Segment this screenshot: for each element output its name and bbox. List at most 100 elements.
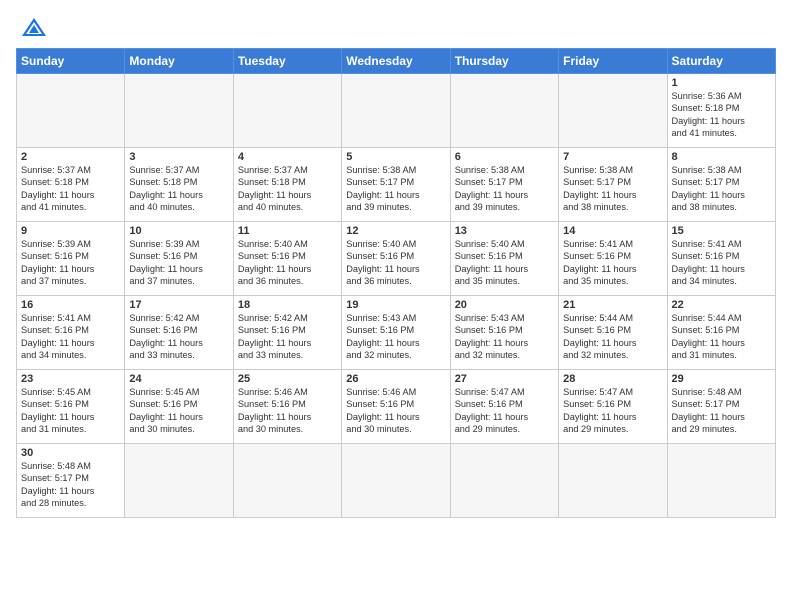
weekday-saturday: Saturday <box>667 49 775 74</box>
day-cell: 4Sunrise: 5:37 AMSunset: 5:18 PMDaylight… <box>233 148 341 222</box>
day-info: Sunrise: 5:45 AMSunset: 5:16 PMDaylight:… <box>129 386 228 436</box>
day-number: 15 <box>672 225 771 237</box>
day-info: Sunrise: 5:37 AMSunset: 5:18 PMDaylight:… <box>129 164 228 214</box>
logo-text <box>16 16 48 38</box>
day-cell <box>559 444 667 518</box>
day-cell: 3Sunrise: 5:37 AMSunset: 5:18 PMDaylight… <box>125 148 233 222</box>
day-cell: 23Sunrise: 5:45 AMSunset: 5:16 PMDayligh… <box>17 370 125 444</box>
day-number: 3 <box>129 151 228 163</box>
day-info: Sunrise: 5:44 AMSunset: 5:16 PMDaylight:… <box>672 312 771 362</box>
weekday-tuesday: Tuesday <box>233 49 341 74</box>
day-number: 8 <box>672 151 771 163</box>
day-number: 11 <box>238 225 337 237</box>
day-cell: 9Sunrise: 5:39 AMSunset: 5:16 PMDaylight… <box>17 222 125 296</box>
day-number: 25 <box>238 373 337 385</box>
day-cell <box>667 444 775 518</box>
day-number: 16 <box>21 299 120 311</box>
day-number: 22 <box>672 299 771 311</box>
weekday-monday: Monday <box>125 49 233 74</box>
weekday-thursday: Thursday <box>450 49 558 74</box>
day-info: Sunrise: 5:38 AMSunset: 5:17 PMDaylight:… <box>346 164 445 214</box>
day-info: Sunrise: 5:36 AMSunset: 5:18 PMDaylight:… <box>672 90 771 140</box>
logo <box>16 16 48 38</box>
day-number: 29 <box>672 373 771 385</box>
day-info: Sunrise: 5:48 AMSunset: 5:17 PMDaylight:… <box>21 460 120 510</box>
day-number: 28 <box>563 373 662 385</box>
day-cell <box>342 444 450 518</box>
header <box>16 16 776 38</box>
day-info: Sunrise: 5:38 AMSunset: 5:17 PMDaylight:… <box>672 164 771 214</box>
day-number: 12 <box>346 225 445 237</box>
day-info: Sunrise: 5:38 AMSunset: 5:17 PMDaylight:… <box>455 164 554 214</box>
day-cell: 5Sunrise: 5:38 AMSunset: 5:17 PMDaylight… <box>342 148 450 222</box>
day-number: 5 <box>346 151 445 163</box>
day-number: 13 <box>455 225 554 237</box>
day-cell: 19Sunrise: 5:43 AMSunset: 5:16 PMDayligh… <box>342 296 450 370</box>
weekday-wednesday: Wednesday <box>342 49 450 74</box>
week-row-2: 9Sunrise: 5:39 AMSunset: 5:16 PMDaylight… <box>17 222 776 296</box>
day-info: Sunrise: 5:47 AMSunset: 5:16 PMDaylight:… <box>455 386 554 436</box>
day-cell <box>450 74 558 148</box>
week-row-1: 2 Sunrise: 5:37 AMSunset: 5:18 PMDaylight… <box>17 148 776 222</box>
day-number: 6 <box>455 151 554 163</box>
day-info: Sunrise: 5:37 AMSunset: 5:18 PMDaylight:… <box>238 164 337 214</box>
day-info: Sunrise: 5:40 AMSunset: 5:16 PMDaylight:… <box>238 238 337 288</box>
weekday-sunday: Sunday <box>17 49 125 74</box>
day-number: 2 <box>21 151 120 163</box>
day-number: 18 <box>238 299 337 311</box>
day-info: Sunrise: 5:48 AMSunset: 5:17 PMDaylight:… <box>672 386 771 436</box>
day-cell: 26Sunrise: 5:46 AMSunset: 5:16 PMDayligh… <box>342 370 450 444</box>
day-number: 7 <box>563 151 662 163</box>
day-cell: 15Sunrise: 5:41 AMSunset: 5:16 PMDayligh… <box>667 222 775 296</box>
day-cell: 17Sunrise: 5:42 AMSunset: 5:16 PMDayligh… <box>125 296 233 370</box>
day-cell: 1Sunrise: 5:36 AMSunset: 5:18 PMDaylight… <box>667 74 775 148</box>
day-cell: 21Sunrise: 5:44 AMSunset: 5:16 PMDayligh… <box>559 296 667 370</box>
day-number: 17 <box>129 299 228 311</box>
day-info: Sunrise: 5:40 AMSunset: 5:16 PMDaylight:… <box>455 238 554 288</box>
day-number: 20 <box>455 299 554 311</box>
day-cell <box>450 444 558 518</box>
day-cell: 7Sunrise: 5:38 AMSunset: 5:17 PMDaylight… <box>559 148 667 222</box>
day-cell: 13Sunrise: 5:40 AMSunset: 5:16 PMDayligh… <box>450 222 558 296</box>
logo-icon <box>20 16 48 38</box>
week-row-3: 16Sunrise: 5:41 AMSunset: 5:16 PMDayligh… <box>17 296 776 370</box>
day-info: Sunrise: 5:39 AMSunset: 5:16 PMDaylight:… <box>129 238 228 288</box>
week-row-5: 30Sunrise: 5:48 AMSunset: 5:17 PMDayligh… <box>17 444 776 518</box>
day-number: 19 <box>346 299 445 311</box>
day-info: Sunrise: 5:41 AMSunset: 5:16 PMDaylight:… <box>21 312 120 362</box>
day-cell <box>233 74 341 148</box>
day-info: Sunrise: 5:46 AMSunset: 5:16 PMDaylight:… <box>238 386 337 436</box>
day-number: 9 <box>21 225 120 237</box>
day-cell: 24Sunrise: 5:45 AMSunset: 5:16 PMDayligh… <box>125 370 233 444</box>
day-cell <box>125 74 233 148</box>
day-number: 24 <box>129 373 228 385</box>
day-cell: 20Sunrise: 5:43 AMSunset: 5:16 PMDayligh… <box>450 296 558 370</box>
day-number: 23 <box>21 373 120 385</box>
day-info: Sunrise: 5:42 AMSunset: 5:16 PMDaylight:… <box>238 312 337 362</box>
week-row-4: 23Sunrise: 5:45 AMSunset: 5:16 PMDayligh… <box>17 370 776 444</box>
day-number: 4 <box>238 151 337 163</box>
day-cell: 22Sunrise: 5:44 AMSunset: 5:16 PMDayligh… <box>667 296 775 370</box>
day-info: Sunrise: 5:46 AMSunset: 5:16 PMDaylight:… <box>346 386 445 436</box>
page: SundayMondayTuesdayWednesdayThursdayFrid… <box>0 0 792 612</box>
day-cell: 18Sunrise: 5:42 AMSunset: 5:16 PMDayligh… <box>233 296 341 370</box>
day-info: Sunrise: 5:43 AMSunset: 5:16 PMDaylight:… <box>455 312 554 362</box>
day-cell: 30Sunrise: 5:48 AMSunset: 5:17 PMDayligh… <box>17 444 125 518</box>
day-cell: 12Sunrise: 5:40 AMSunset: 5:16 PMDayligh… <box>342 222 450 296</box>
day-info: Sunrise: 5:42 AMSunset: 5:16 PMDaylight:… <box>129 312 228 362</box>
day-cell: 11Sunrise: 5:40 AMSunset: 5:16 PMDayligh… <box>233 222 341 296</box>
day-cell: 25Sunrise: 5:46 AMSunset: 5:16 PMDayligh… <box>233 370 341 444</box>
day-cell <box>559 74 667 148</box>
day-info: Sunrise: 5:45 AMSunset: 5:16 PMDaylight:… <box>21 386 120 436</box>
day-info: Sunrise: 5:40 AMSunset: 5:16 PMDaylight:… <box>346 238 445 288</box>
day-info: Sunrise: 5:39 AMSunset: 5:16 PMDaylight:… <box>21 238 120 288</box>
week-row-0: 1Sunrise: 5:36 AMSunset: 5:18 PMDaylight… <box>17 74 776 148</box>
day-cell <box>125 444 233 518</box>
day-cell <box>233 444 341 518</box>
day-cell: 8Sunrise: 5:38 AMSunset: 5:17 PMDaylight… <box>667 148 775 222</box>
day-cell: 16Sunrise: 5:41 AMSunset: 5:16 PMDayligh… <box>17 296 125 370</box>
weekday-friday: Friday <box>559 49 667 74</box>
day-number: 10 <box>129 225 228 237</box>
day-cell <box>342 74 450 148</box>
day-number: 21 <box>563 299 662 311</box>
